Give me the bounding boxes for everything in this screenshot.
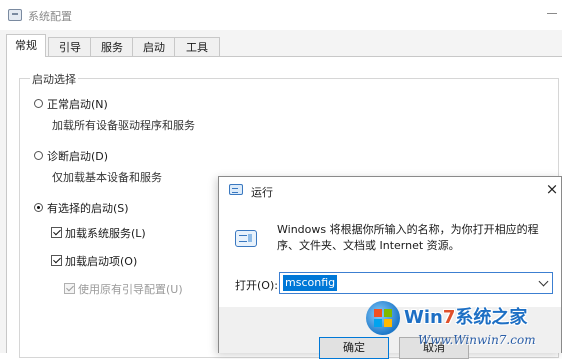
tab-services[interactable]: 服务 — [90, 37, 134, 56]
watermark-url: Www.Winwin7.com — [418, 333, 536, 347]
use-original-boot-config-checkbox — [64, 283, 75, 294]
system-config-icon — [8, 9, 22, 21]
chevron-down-icon[interactable] — [538, 276, 549, 287]
run-dialog-titlebar[interactable]: 运行 × — [219, 177, 561, 203]
load-startup-items-label[interactable]: 加载启动项(O) — [65, 253, 137, 269]
run-app-icon — [229, 184, 243, 195]
windows-logo-icon — [366, 301, 400, 335]
system-config-title: 系统配置 — [28, 10, 72, 23]
normal-startup-description: 加载所有设备驱动程序和服务 — [52, 119, 195, 132]
startup-selection-title: 启动选择 — [30, 71, 78, 87]
diagnostic-startup-label[interactable]: 诊断启动(D) — [47, 148, 108, 164]
run-dialog-large-icon — [235, 230, 257, 247]
watermark: Win7系统之家 Www.Winwin7.com — [366, 301, 562, 353]
selective-startup-radio[interactable] — [34, 203, 43, 212]
diagnostic-startup-description: 仅加载基本设备和服务 — [52, 171, 162, 184]
run-dialog-title: 运行 — [251, 186, 273, 199]
system-config-titlebar[interactable]: 系统配置 — [0, 0, 562, 30]
watermark-brand: Win7系统之家 — [404, 307, 528, 328]
tab-general[interactable]: 常规 — [6, 34, 46, 57]
selective-startup-label[interactable]: 有选择的启动(S) — [47, 200, 129, 216]
minimize-icon[interactable] — [545, 6, 559, 20]
run-dialog-description: Windows 将根据你所输入的名称，为你打开相应的程序、文件夹、文档或 Int… — [277, 223, 539, 252]
load-system-services-checkbox[interactable] — [51, 227, 62, 238]
tab-boot[interactable]: 引导 — [48, 37, 92, 56]
open-label: 打开(O): — [235, 279, 278, 292]
open-combobox[interactable]: msconfig — [279, 272, 553, 294]
tab-startup[interactable]: 启动 — [132, 37, 176, 56]
load-system-services-label[interactable]: 加载系统服务(L) — [65, 225, 146, 241]
load-startup-items-checkbox[interactable] — [51, 255, 62, 266]
normal-startup-radio[interactable] — [34, 99, 43, 108]
diagnostic-startup-radio[interactable] — [34, 151, 43, 160]
use-original-boot-config-label: 使用原有引导配置(U) — [78, 283, 183, 296]
close-icon[interactable]: × — [545, 181, 559, 197]
tab-tools[interactable]: 工具 — [174, 37, 220, 56]
normal-startup-label[interactable]: 正常启动(N) — [47, 96, 108, 112]
open-input-value[interactable]: msconfig — [283, 275, 338, 291]
